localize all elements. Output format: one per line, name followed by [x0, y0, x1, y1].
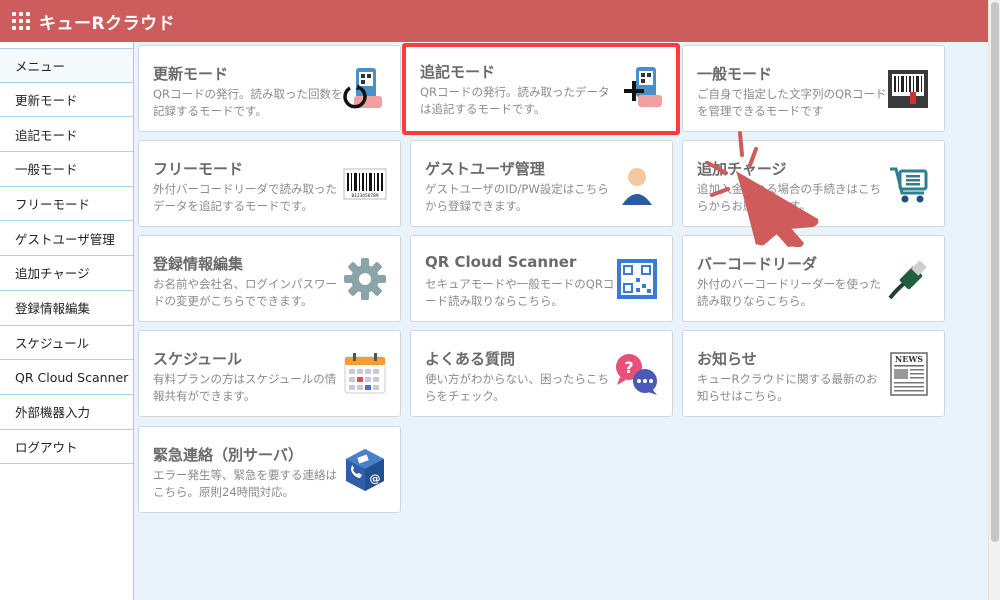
sidebar-item-general-mode[interactable]: 一般モード: [0, 152, 133, 187]
card-description: 使い方がわからない、困ったらこちらをチェック。: [425, 372, 609, 403]
card-emergency-contact[interactable]: 緊急連絡（別サーバ） エラー発生等、緊急を要する連絡はこちら。原則24時間対応。…: [138, 426, 401, 513]
card-account-edit[interactable]: 登録情報編集 お名前や会社名、ログインパスワードの変更がこちらでできます。: [138, 235, 401, 322]
card-description: ゲストユーザのID/PW設定はこちらから登録できます。: [425, 182, 609, 213]
card-title: 追加チャージ: [697, 160, 787, 178]
sidebar-item-update-mode[interactable]: 更新モード: [0, 83, 133, 118]
card-charge[interactable]: 追加チャージ 追加入金される場合の手続きはこちらからお願いします。: [682, 140, 945, 227]
gear-icon: [344, 258, 386, 300]
barcode-card-icon: [888, 70, 928, 108]
sidebar-item-qr-scanner[interactable]: QR Cloud Scanner: [0, 360, 133, 395]
card-guest-user[interactable]: ゲストユーザ管理 ゲストユーザのID/PW設定はこちらから登録できます。: [410, 140, 673, 227]
sidebar-item-append-mode[interactable]: 追記モード: [0, 117, 133, 153]
card-description: QRコードの発行。読み取ったデータは追記するモードです。: [420, 85, 610, 116]
card-schedule[interactable]: スケジュール 有料プランの方はスケジュールの情報共有ができます。: [138, 330, 401, 417]
sidebar-item-logout[interactable]: ログアウト: [0, 430, 133, 465]
card-free-mode[interactable]: フリーモード 外付バーコードリーダで読み取ったデータを追記するモードです。 01…: [138, 140, 401, 227]
sidebar-item-charge[interactable]: 追加チャージ: [0, 256, 133, 291]
card-barcode-reader[interactable]: バーコードリーダ 外付のバーコードリーダーを使った読み取りならこちら。: [682, 235, 945, 322]
scrollbar-thumb[interactable]: [991, 2, 999, 542]
main-content: 更新モード QRコードの発行。読み取った回数を記録するモードです。 追記モード …: [134, 42, 988, 600]
calendar-icon: [344, 353, 386, 394]
usb-plug-icon: [888, 260, 927, 300]
sidebar-item-schedule[interactable]: スケジュール: [0, 326, 133, 361]
barcode-digits: 0123456789: [351, 193, 378, 199]
barcode-icon: 0123456789: [343, 168, 387, 200]
card-update-mode[interactable]: 更新モード QRコードの発行。読み取った回数を記録するモードです。: [138, 45, 401, 132]
guest-user-icon: [622, 168, 652, 205]
card-title: 更新モード: [153, 65, 229, 83]
card-title: ゲストユーザ管理: [425, 160, 545, 178]
card-description: 有料プランの方はスケジュールの情報共有ができます。: [153, 372, 337, 403]
card-description: セキュアモードや一般モードのQRコード読み取りならこちら。: [425, 277, 615, 308]
svg-text:@: @: [370, 472, 381, 485]
apps-grid-icon[interactable]: [12, 12, 30, 30]
card-title: 一般モード: [697, 65, 773, 83]
card-description: 外付バーコードリーダで読み取ったデータを追記するモードです。: [153, 182, 337, 213]
app-title[interactable]: キューRクラウド: [39, 9, 175, 34]
card-title: バーコードリーダ: [697, 255, 818, 273]
newspaper-icon: NEWS: [890, 352, 928, 396]
card-append-mode[interactable]: 追記モード QRコードの発行。読み取ったデータは追記するモードです。: [402, 43, 680, 135]
svg-text:?: ?: [624, 358, 633, 377]
qr-phone-plus-icon: [624, 67, 662, 107]
card-general-mode[interactable]: 一般モード ご自身で指定した文字列のQRコードを管理できるモードです: [682, 45, 945, 132]
qr-scan-icon: [617, 259, 657, 299]
page-scrollbar[interactable]: [988, 0, 1000, 600]
sidebar-item-account-edit[interactable]: 登録情報編集: [0, 291, 133, 326]
sidebar-item-external-input[interactable]: 外部機器入力: [0, 395, 133, 430]
card-description: 追加入金される場合の手続きはこちらからお願いします。: [697, 182, 881, 213]
card-title: スケジュール: [153, 350, 242, 368]
card-title: フリーモード: [153, 160, 244, 178]
card-qr-scanner[interactable]: QR Cloud Scanner セキュアモードや一般モードのQRコード読み取り…: [410, 235, 673, 322]
card-news[interactable]: お知らせ キューRクラウドに関する最新のお知らせはこちら。 NEWS: [682, 330, 945, 417]
sidebar: メニュー 更新モード 追記モード 一般モード フリーモード ゲストユーザ管理 追…: [0, 42, 134, 600]
card-title: よくある質問: [425, 350, 516, 368]
card-description: キューRクラウドに関する最新のお知らせはこちら。: [697, 372, 878, 403]
card-title: QR Cloud Scanner: [425, 253, 577, 271]
card-description: お名前や会社名、ログインパスワードの変更がこちらでできます。: [153, 277, 337, 308]
sidebar-item-free-mode[interactable]: フリーモード: [0, 187, 133, 222]
card-description: QRコードの発行。読み取った回数を記録するモードです。: [153, 87, 343, 118]
card-description: ご自身で指定した文字列のQRコードを管理できるモードです: [697, 87, 887, 118]
card-faq[interactable]: よくある質問 使い方がわからない、困ったらこちらをチェック。 ?: [410, 330, 673, 417]
card-title: 登録情報編集: [153, 255, 244, 273]
card-description: エラー発生等、緊急を要する連絡はこちら。原則24時間対応。: [153, 468, 337, 499]
faq-bubble-icon: ?: [616, 354, 657, 395]
card-title: 追記モード: [420, 63, 496, 81]
card-title: お知らせ: [697, 350, 757, 368]
sidebar-item-guest-user[interactable]: ゲストユーザ管理: [0, 221, 133, 257]
cart-icon: [890, 167, 928, 203]
news-label: NEWS: [895, 354, 923, 364]
card-title: 緊急連絡（別サーバ）: [153, 446, 303, 464]
sidebar-item-menu[interactable]: メニュー: [0, 48, 133, 83]
contact-cube-icon: @: [346, 449, 384, 491]
card-description: 外付のバーコードリーダーを使った読み取りならこちら。: [697, 277, 881, 308]
qr-phone-refresh-icon: [343, 68, 382, 109]
app-header: キューRクラウド: [0, 0, 988, 42]
